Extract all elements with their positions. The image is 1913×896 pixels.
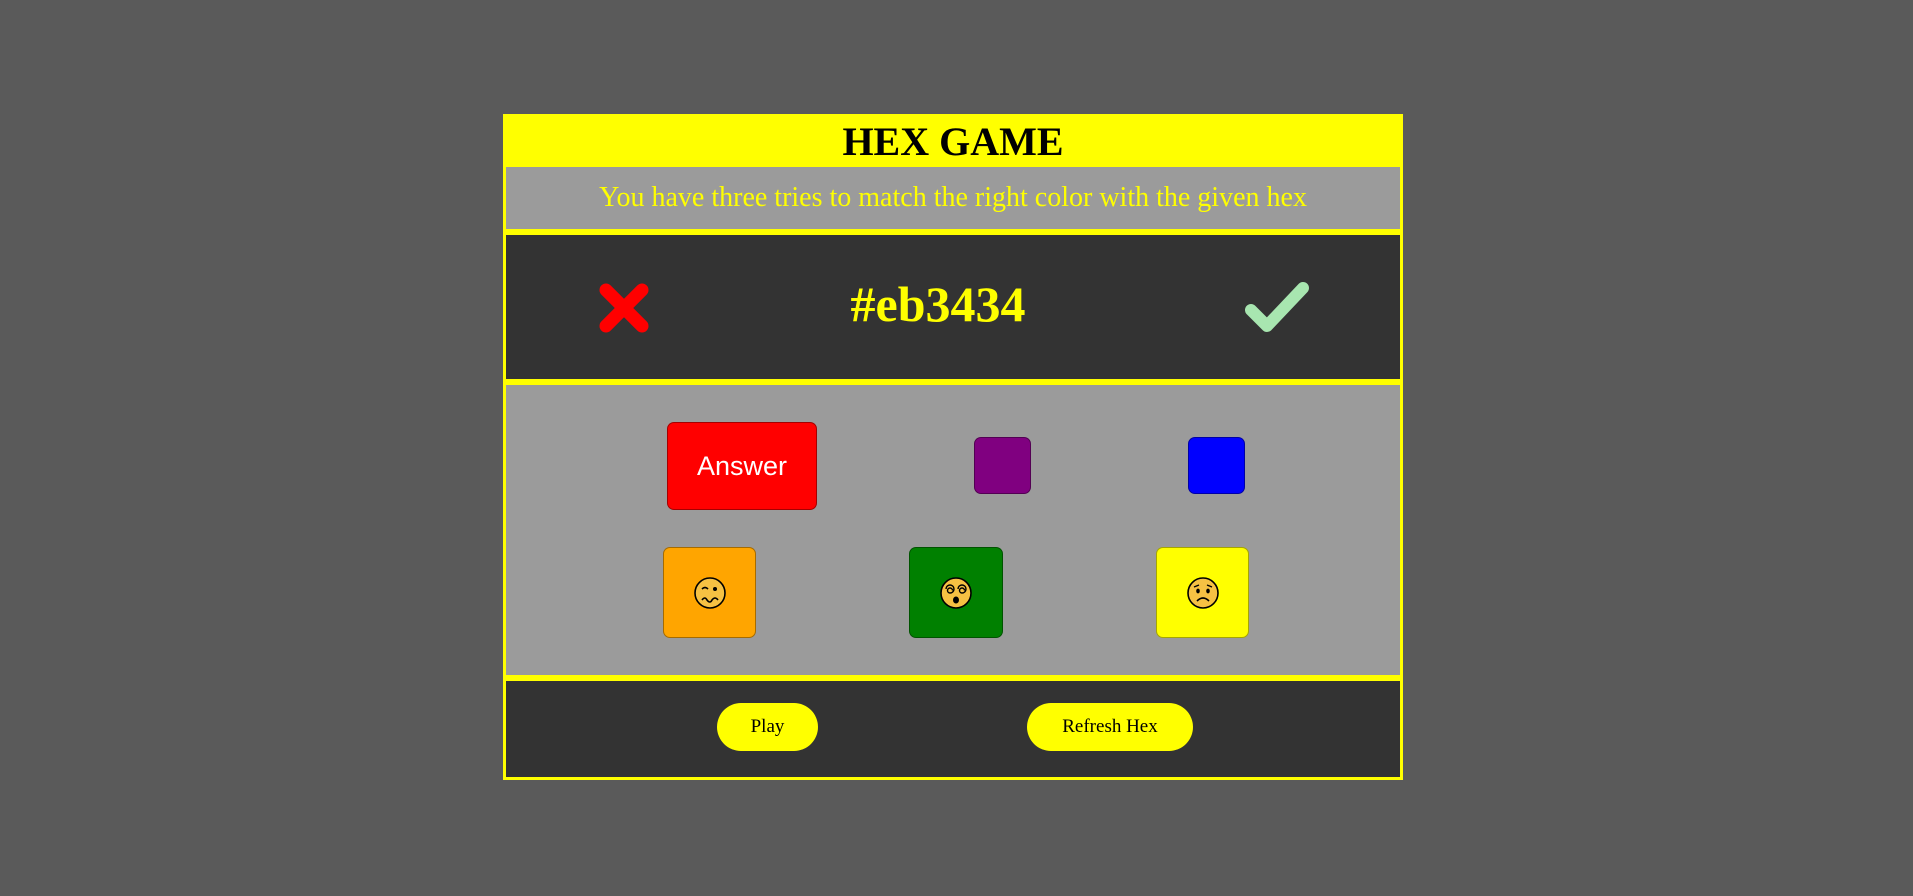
woozy-face-icon bbox=[693, 576, 726, 609]
instructions-text: You have three tries to match the right … bbox=[599, 182, 1307, 213]
play-button[interactable]: Play bbox=[717, 703, 818, 751]
refresh-hex-button[interactable]: Refresh Hex bbox=[1027, 703, 1193, 751]
status-panel: #eb3434 bbox=[506, 235, 1400, 385]
check-mark-icon bbox=[1245, 282, 1309, 332]
worried-face-icon bbox=[1186, 576, 1219, 609]
instructions-panel: You have three tries to match the right … bbox=[506, 167, 1400, 235]
color-options-panel: Answer bbox=[506, 385, 1400, 681]
answer-label: Answer bbox=[696, 450, 788, 481]
color-swatch-blue[interactable] bbox=[1188, 437, 1245, 494]
color-swatch-answer[interactable]: Answer bbox=[667, 422, 817, 510]
game-title: HEX GAME bbox=[842, 119, 1064, 164]
color-swatch-orange[interactable] bbox=[663, 547, 756, 638]
title-bar: HEX GAME bbox=[506, 117, 1400, 167]
dizzy-face-icon bbox=[940, 576, 972, 609]
color-swatch-yellow[interactable] bbox=[1156, 547, 1249, 638]
controls-panel: Play Refresh Hex bbox=[506, 681, 1400, 777]
color-swatch-purple[interactable] bbox=[974, 437, 1031, 494]
color-swatch-green[interactable] bbox=[909, 547, 1003, 638]
game-container: HEX GAME You have three tries to match t… bbox=[503, 114, 1403, 780]
